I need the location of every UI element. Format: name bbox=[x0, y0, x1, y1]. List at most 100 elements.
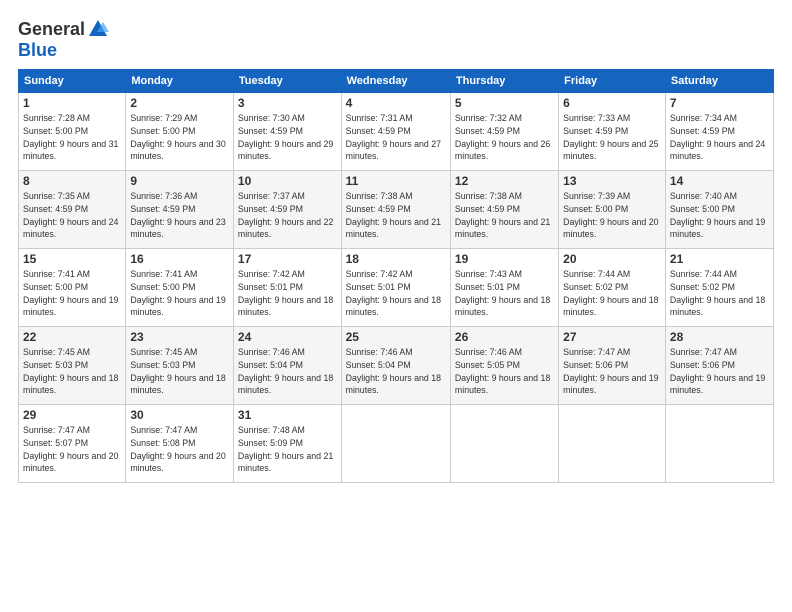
day-info: Sunrise: 7:41 AMSunset: 5:00 PMDaylight:… bbox=[130, 268, 229, 319]
day-info: Sunrise: 7:36 AMSunset: 4:59 PMDaylight:… bbox=[130, 190, 229, 241]
day-number: 13 bbox=[563, 174, 661, 188]
calendar-week-row: 22 Sunrise: 7:45 AMSunset: 5:03 PMDayligh… bbox=[19, 327, 774, 405]
day-number: 22 bbox=[23, 330, 121, 344]
calendar-cell: 26 Sunrise: 7:46 AMSunset: 5:05 PMDayligh… bbox=[450, 327, 558, 405]
weekday-header: Wednesday bbox=[341, 70, 450, 93]
calendar-cell: 16Sunrise: 7:41 AMSunset: 5:00 PMDayligh… bbox=[126, 249, 234, 327]
calendar-cell: 14 Sunrise: 7:40 AMSunset: 5:00 PMDayligh… bbox=[665, 171, 773, 249]
calendar-cell: 24 Sunrise: 7:46 AMSunset: 5:04 PMDayligh… bbox=[233, 327, 341, 405]
day-info: Sunrise: 7:29 AMSunset: 5:00 PMDaylight:… bbox=[130, 112, 229, 163]
day-info: Sunrise: 7:45 AMSunset: 5:03 PMDaylight:… bbox=[23, 346, 121, 397]
day-number: 21 bbox=[670, 252, 769, 266]
calendar-cell bbox=[450, 405, 558, 483]
weekday-header: Monday bbox=[126, 70, 234, 93]
weekday-header: Saturday bbox=[665, 70, 773, 93]
logo-blue-text: Blue bbox=[18, 40, 57, 61]
day-info: Sunrise: 7:33 AMSunset: 4:59 PMDaylight:… bbox=[563, 112, 661, 163]
day-number: 15 bbox=[23, 252, 121, 266]
calendar-cell: 13 Sunrise: 7:39 AMSunset: 5:00 PMDayligh… bbox=[559, 171, 666, 249]
calendar-table: SundayMondayTuesdayWednesdayThursdayFrid… bbox=[18, 69, 774, 483]
day-number: 3 bbox=[238, 96, 337, 110]
calendar-cell: 23 Sunrise: 7:45 AMSunset: 5:03 PMDayligh… bbox=[126, 327, 234, 405]
day-number: 6 bbox=[563, 96, 661, 110]
logo-icon bbox=[87, 18, 109, 40]
calendar-cell: 12 Sunrise: 7:38 AMSunset: 4:59 PMDayligh… bbox=[450, 171, 558, 249]
day-info: Sunrise: 7:47 AMSunset: 5:07 PMDaylight:… bbox=[23, 424, 121, 475]
day-info: Sunrise: 7:46 AMSunset: 5:05 PMDaylight:… bbox=[455, 346, 554, 397]
day-number: 5 bbox=[455, 96, 554, 110]
day-info: Sunrise: 7:44 AMSunset: 5:02 PMDaylight:… bbox=[563, 268, 661, 319]
calendar-cell: 27Sunrise: 7:47 AMSunset: 5:06 PMDayligh… bbox=[559, 327, 666, 405]
day-info: Sunrise: 7:31 AMSunset: 4:59 PMDaylight:… bbox=[346, 112, 446, 163]
day-number: 14 bbox=[670, 174, 769, 188]
calendar-cell: 18 Sunrise: 7:42 AMSunset: 5:01 PMDayligh… bbox=[341, 249, 450, 327]
day-info: Sunrise: 7:40 AMSunset: 5:00 PMDaylight:… bbox=[670, 190, 769, 241]
calendar-cell: 4 Sunrise: 7:31 AMSunset: 4:59 PMDaylight… bbox=[341, 93, 450, 171]
calendar-body: 1 Sunrise: 7:28 AMSunset: 5:00 PMDaylight… bbox=[19, 93, 774, 483]
day-number: 26 bbox=[455, 330, 554, 344]
calendar-cell: 22 Sunrise: 7:45 AMSunset: 5:03 PMDayligh… bbox=[19, 327, 126, 405]
day-info: Sunrise: 7:47 AMSunset: 5:08 PMDaylight:… bbox=[130, 424, 229, 475]
calendar-cell: 19 Sunrise: 7:43 AMSunset: 5:01 PMDayligh… bbox=[450, 249, 558, 327]
day-info: Sunrise: 7:43 AMSunset: 5:01 PMDaylight:… bbox=[455, 268, 554, 319]
day-number: 7 bbox=[670, 96, 769, 110]
calendar-cell bbox=[341, 405, 450, 483]
calendar-cell bbox=[559, 405, 666, 483]
calendar-cell: 5 Sunrise: 7:32 AMSunset: 4:59 PMDaylight… bbox=[450, 93, 558, 171]
calendar-cell: 6 Sunrise: 7:33 AMSunset: 4:59 PMDaylight… bbox=[559, 93, 666, 171]
day-number: 12 bbox=[455, 174, 554, 188]
day-number: 11 bbox=[346, 174, 446, 188]
day-info: Sunrise: 7:46 AMSunset: 5:04 PMDaylight:… bbox=[346, 346, 446, 397]
calendar-cell: 7 Sunrise: 7:34 AMSunset: 4:59 PMDaylight… bbox=[665, 93, 773, 171]
weekday-header: Sunday bbox=[19, 70, 126, 93]
calendar-cell: 31Sunrise: 7:48 AMSunset: 5:09 PMDayligh… bbox=[233, 405, 341, 483]
day-info: Sunrise: 7:38 AMSunset: 4:59 PMDaylight:… bbox=[455, 190, 554, 241]
calendar-cell: 21 Sunrise: 7:44 AMSunset: 5:02 PMDayligh… bbox=[665, 249, 773, 327]
weekday-header: Friday bbox=[559, 70, 666, 93]
day-info: Sunrise: 7:30 AMSunset: 4:59 PMDaylight:… bbox=[238, 112, 337, 163]
day-number: 29 bbox=[23, 408, 121, 422]
calendar-cell: 28Sunrise: 7:47 AMSunset: 5:06 PMDayligh… bbox=[665, 327, 773, 405]
calendar-cell: 1 Sunrise: 7:28 AMSunset: 5:00 PMDaylight… bbox=[19, 93, 126, 171]
calendar-cell: 8 Sunrise: 7:35 AMSunset: 4:59 PMDaylight… bbox=[19, 171, 126, 249]
calendar-cell: 20 Sunrise: 7:44 AMSunset: 5:02 PMDayligh… bbox=[559, 249, 666, 327]
day-number: 18 bbox=[346, 252, 446, 266]
day-info: Sunrise: 7:47 AMSunset: 5:06 PMDaylight:… bbox=[563, 346, 661, 397]
day-info: Sunrise: 7:34 AMSunset: 4:59 PMDaylight:… bbox=[670, 112, 769, 163]
calendar-cell: 3 Sunrise: 7:30 AMSunset: 4:59 PMDaylight… bbox=[233, 93, 341, 171]
day-info: Sunrise: 7:45 AMSunset: 5:03 PMDaylight:… bbox=[130, 346, 229, 397]
day-info: Sunrise: 7:37 AMSunset: 4:59 PMDaylight:… bbox=[238, 190, 337, 241]
logo-general-text: General bbox=[18, 19, 85, 40]
day-number: 19 bbox=[455, 252, 554, 266]
day-info: Sunrise: 7:38 AMSunset: 4:59 PMDaylight:… bbox=[346, 190, 446, 241]
calendar-week-row: 15 Sunrise: 7:41 AMSunset: 5:00 PMDayligh… bbox=[19, 249, 774, 327]
calendar-cell: 30 Sunrise: 7:47 AMSunset: 5:08 PMDayligh… bbox=[126, 405, 234, 483]
day-number: 24 bbox=[238, 330, 337, 344]
day-info: Sunrise: 7:48 AMSunset: 5:09 PMDaylight:… bbox=[238, 424, 337, 475]
day-number: 8 bbox=[23, 174, 121, 188]
day-number: 28 bbox=[670, 330, 769, 344]
day-info: Sunrise: 7:35 AMSunset: 4:59 PMDaylight:… bbox=[23, 190, 121, 241]
calendar-cell: 29 Sunrise: 7:47 AMSunset: 5:07 PMDayligh… bbox=[19, 405, 126, 483]
page: General Blue SundayMondayTuesdayWednesda… bbox=[0, 0, 792, 612]
day-number: 23 bbox=[130, 330, 229, 344]
day-info: Sunrise: 7:46 AMSunset: 5:04 PMDaylight:… bbox=[238, 346, 337, 397]
day-info: Sunrise: 7:42 AMSunset: 5:01 PMDaylight:… bbox=[238, 268, 337, 319]
day-info: Sunrise: 7:44 AMSunset: 5:02 PMDaylight:… bbox=[670, 268, 769, 319]
day-number: 4 bbox=[346, 96, 446, 110]
day-info: Sunrise: 7:32 AMSunset: 4:59 PMDaylight:… bbox=[455, 112, 554, 163]
day-info: Sunrise: 7:42 AMSunset: 5:01 PMDaylight:… bbox=[346, 268, 446, 319]
day-info: Sunrise: 7:28 AMSunset: 5:00 PMDaylight:… bbox=[23, 112, 121, 163]
calendar-week-row: 29 Sunrise: 7:47 AMSunset: 5:07 PMDayligh… bbox=[19, 405, 774, 483]
day-number: 30 bbox=[130, 408, 229, 422]
calendar-cell: 11 Sunrise: 7:38 AMSunset: 4:59 PMDayligh… bbox=[341, 171, 450, 249]
calendar-cell bbox=[665, 405, 773, 483]
day-number: 20 bbox=[563, 252, 661, 266]
calendar-header-row: SundayMondayTuesdayWednesdayThursdayFrid… bbox=[19, 70, 774, 93]
day-info: Sunrise: 7:39 AMSunset: 5:00 PMDaylight:… bbox=[563, 190, 661, 241]
calendar-cell: 2Sunrise: 7:29 AMSunset: 5:00 PMDaylight… bbox=[126, 93, 234, 171]
day-number: 1 bbox=[23, 96, 121, 110]
calendar-cell: 25Sunrise: 7:46 AMSunset: 5:04 PMDayligh… bbox=[341, 327, 450, 405]
weekday-header: Tuesday bbox=[233, 70, 341, 93]
day-number: 17 bbox=[238, 252, 337, 266]
